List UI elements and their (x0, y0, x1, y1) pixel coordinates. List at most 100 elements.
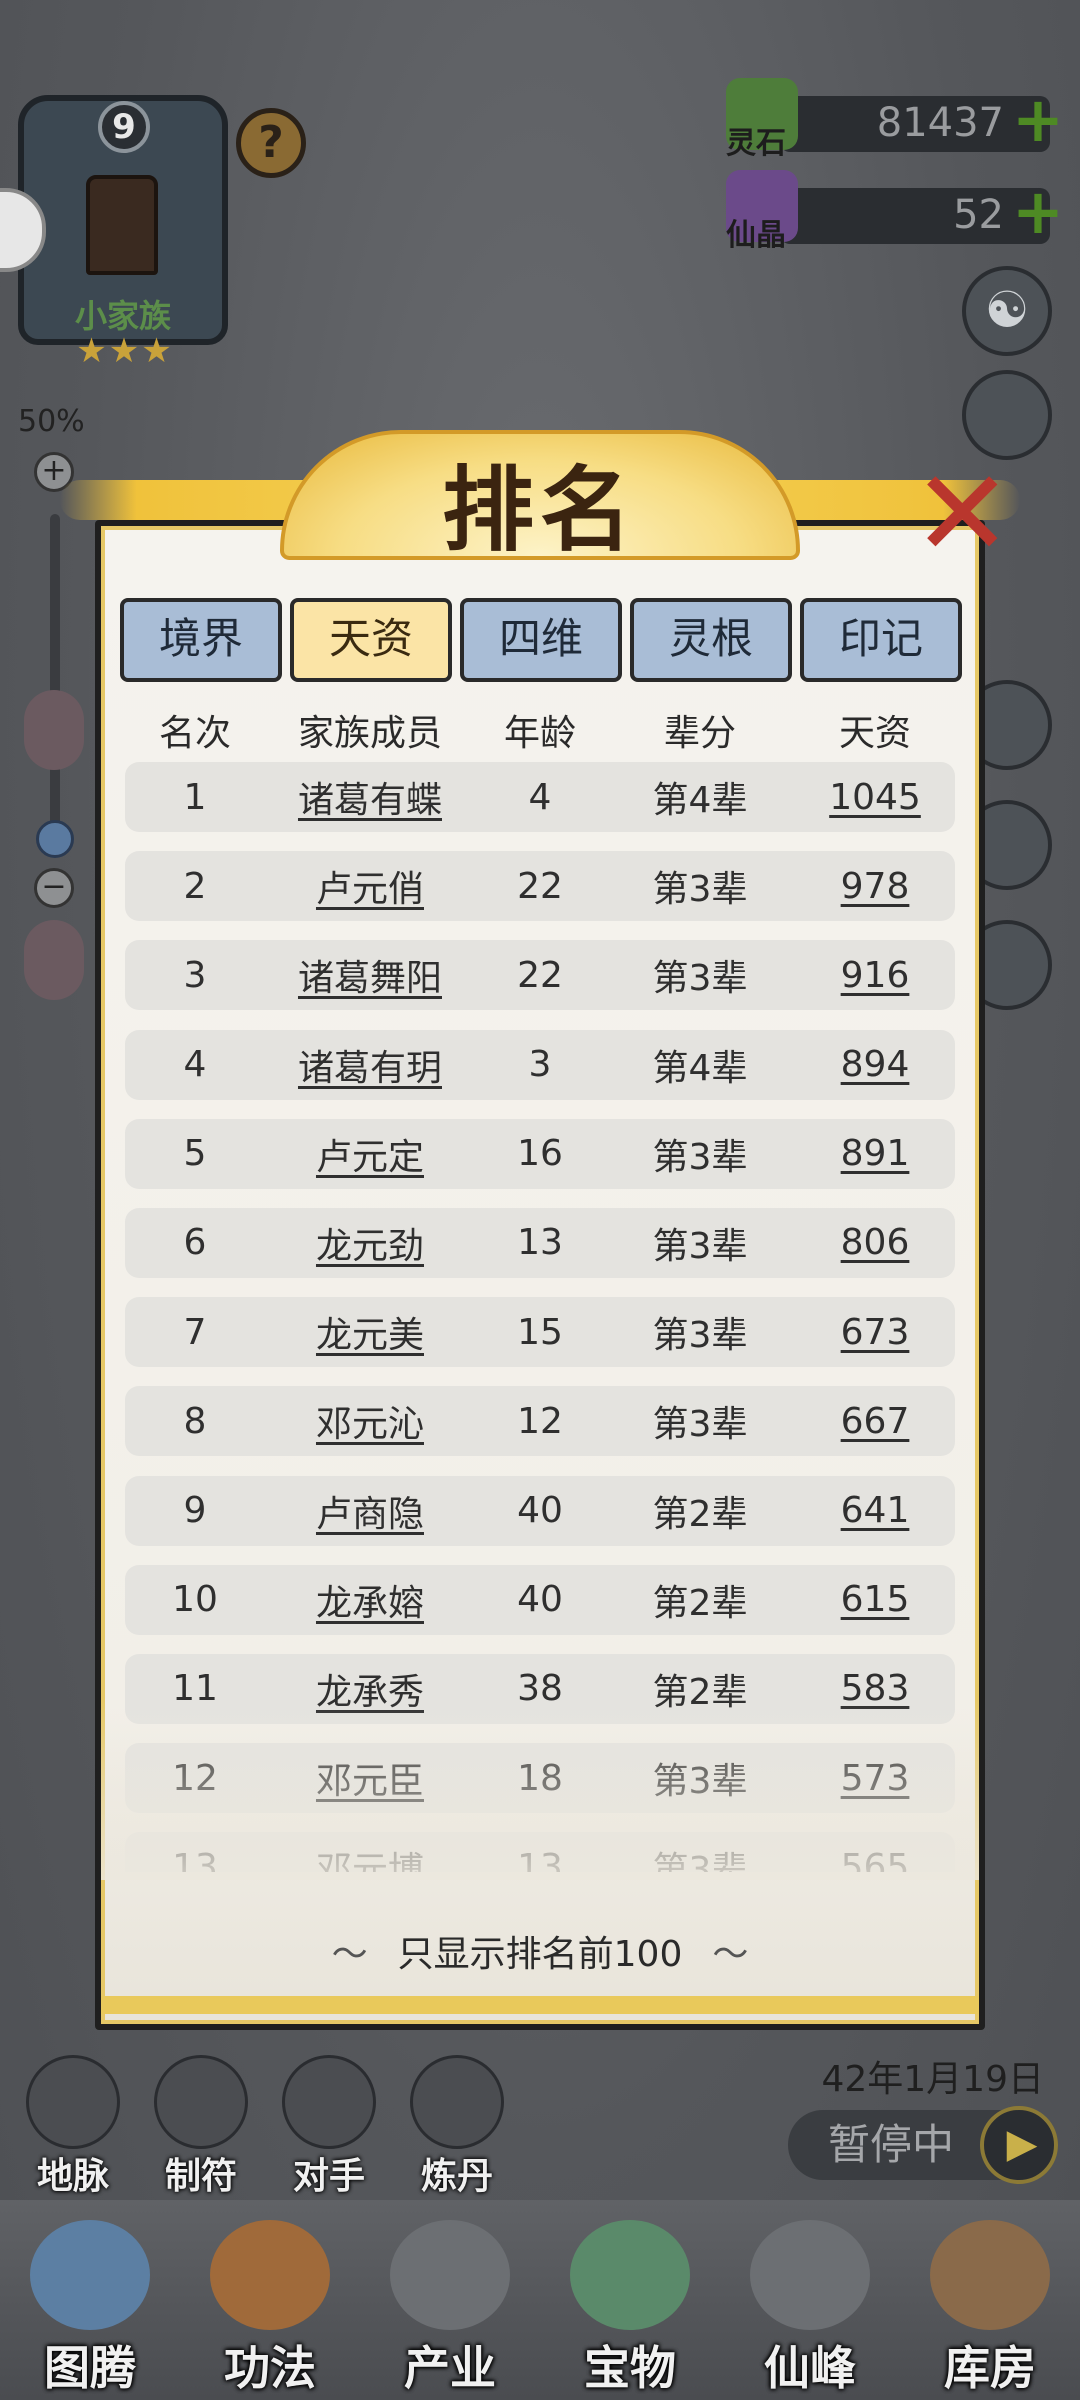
nav-technique[interactable]: 功法 (180, 2210, 360, 2400)
cell-talent[interactable]: 1045 (795, 777, 955, 818)
tool-earth-vein[interactable]: 地脉 (18, 2055, 128, 2197)
tool-talisman[interactable]: 制符 (146, 2055, 256, 2197)
cell-talent[interactable]: 894 (795, 1044, 955, 1085)
column-header-rank: 名次 (158, 713, 231, 754)
nav-label: 宝物 (584, 2341, 676, 2395)
cell-generation: 第3辈 (652, 1136, 748, 1178)
cloud-swirl-icon: 〜 (712, 1934, 749, 1975)
pause-toggle-button[interactable]: 暂停中 ▶ (788, 2106, 1058, 2184)
cell-talent[interactable]: 615 (795, 1579, 955, 1620)
family-stars: ★★★ (76, 331, 174, 371)
ranking-tabs: 境界 天资 四维 灵根 印记 (120, 598, 962, 682)
family-level: 9 (98, 101, 150, 153)
cell-rank: 10 (172, 1579, 218, 1621)
nav-treasure[interactable]: 宝物 (540, 2210, 720, 2400)
nav-label: 功法 (224, 2341, 316, 2395)
cell-member-name[interactable]: 诸葛舞阳 (265, 949, 475, 1001)
cell-age: 13 (517, 1222, 563, 1264)
zoom-slider-handle[interactable] (36, 820, 74, 858)
industry-icon (390, 2220, 510, 2330)
table-row[interactable]: 6 龙元劲 13 第3辈 806 (125, 1207, 955, 1278)
column-header-age: 年龄 (503, 713, 576, 754)
table-row[interactable]: 9 卢商隐 40 第2辈 641 (125, 1475, 955, 1546)
tab-spirit-root[interactable]: 灵根 (630, 598, 792, 682)
treasure-icon (570, 2220, 690, 2330)
column-header-member: 家族成员 (297, 713, 442, 754)
cell-talent[interactable]: 673 (795, 1312, 955, 1353)
modal-title-banner: 排名 (60, 420, 1020, 570)
cell-rank: 8 (183, 1400, 207, 1442)
tab-mark[interactable]: 印记 (800, 598, 962, 682)
cell-member-name[interactable]: 邓元沁 (265, 1395, 475, 1447)
nav-industry[interactable]: 产业 (360, 2210, 540, 2400)
storehouse-icon (930, 2220, 1050, 2330)
cell-member-name[interactable]: 诸葛有蝶 (265, 771, 475, 823)
cell-generation: 第2辈 (652, 1493, 748, 1535)
yin-yang-icon[interactable]: ☯ (962, 266, 1052, 356)
tool-label: 地脉 (36, 2156, 109, 2197)
peak-icon (750, 2220, 870, 2330)
cell-member-name[interactable]: 诸葛有玥 (265, 1039, 475, 1091)
table-row[interactable]: 8 邓元沁 12 第3辈 667 (125, 1386, 955, 1457)
tab-four-stats[interactable]: 四维 (460, 598, 622, 682)
currency-name: 灵石 (726, 126, 786, 161)
zoom-out-button[interactable]: − (34, 868, 74, 908)
cell-talent[interactable]: 667 (795, 1401, 955, 1442)
cell-age: 16 (517, 1133, 563, 1175)
column-header-generation: 辈分 (663, 713, 736, 754)
tool-label: 制符 (164, 2156, 237, 2197)
cell-member-name[interactable]: 卢商隐 (265, 1485, 475, 1537)
tool-alchemy[interactable]: 炼丹 (402, 2055, 512, 2197)
cell-member-name[interactable]: 龙元劲 (265, 1217, 475, 1269)
cell-age: 4 (528, 776, 552, 818)
add-immortal-crystal-button[interactable]: + (1010, 181, 1066, 243)
cell-talent[interactable]: 806 (795, 1222, 955, 1263)
cell-age: 22 (517, 865, 563, 907)
cell-talent[interactable]: 916 (795, 955, 955, 996)
cell-member-name[interactable]: 龙元美 (265, 1306, 475, 1358)
cell-generation: 第3辈 (652, 958, 748, 1000)
cell-rank: 1 (183, 776, 207, 818)
play-icon[interactable]: ▶ (980, 2106, 1058, 2184)
nav-immortal-peak[interactable]: 仙峰 (720, 2210, 900, 2400)
pause-status-label: 暂停中 (828, 2120, 955, 2169)
table-row[interactable]: 2 卢元俏 22 第3辈 978 (125, 851, 955, 922)
member-avatar[interactable] (24, 920, 84, 1000)
cell-generation: 第3辈 (652, 1225, 748, 1267)
member-avatar[interactable] (24, 690, 84, 770)
table-row[interactable]: 3 诸葛舞阳 22 第3辈 916 (125, 940, 955, 1011)
table-row[interactable]: 10 龙承嫆 40 第2辈 615 (125, 1564, 955, 1635)
cell-talent[interactable]: 641 (795, 1490, 955, 1531)
tool-rival[interactable]: 对手 (274, 2055, 384, 2197)
cell-generation: 第4辈 (652, 1047, 748, 1089)
cell-age: 22 (517, 954, 563, 996)
cell-member-name[interactable]: 卢元俏 (265, 860, 475, 912)
ancestral-tablet-icon (86, 175, 158, 275)
tab-talent[interactable]: 天资 (290, 598, 452, 682)
cell-generation: 第3辈 (652, 1404, 748, 1446)
spirit-stone-currency: 灵石 81437 + (726, 78, 1066, 161)
nav-totem[interactable]: 图腾 (0, 2210, 180, 2400)
close-button[interactable]: ✕ (912, 455, 1013, 575)
cell-member-name[interactable]: 龙承嫆 (265, 1574, 475, 1626)
table-row[interactable]: 7 龙元美 15 第3辈 673 (125, 1297, 955, 1368)
table-row[interactable]: 1 诸葛有蝶 4 第4辈 1045 (125, 762, 955, 832)
dragon-icon (26, 2055, 120, 2149)
cell-age: 40 (517, 1490, 563, 1531)
table-row[interactable]: 5 卢元定 16 第3辈 891 (125, 1118, 955, 1189)
add-spirit-stone-button[interactable]: + (1010, 89, 1066, 151)
cell-member-name[interactable]: 卢元定 (265, 1128, 475, 1180)
cell-rank: 4 (183, 1044, 207, 1086)
cell-generation: 第4辈 (652, 780, 748, 821)
family-badge[interactable]: 9 小家族 ★★★ (18, 95, 228, 371)
currency-value: 52 (953, 192, 1004, 238)
tab-realm[interactable]: 境界 (120, 598, 282, 682)
nav-storehouse[interactable]: 库房 (900, 2210, 1080, 2400)
cell-talent[interactable]: 891 (795, 1133, 955, 1174)
table-row[interactable]: 4 诸葛有玥 3 第4辈 894 (125, 1029, 955, 1100)
currency-name: 仙晶 (726, 218, 786, 253)
help-button[interactable]: ? (236, 108, 306, 178)
cell-rank: 2 (183, 865, 207, 907)
zoom-slider-track[interactable] (50, 514, 60, 844)
cell-talent[interactable]: 978 (795, 866, 955, 907)
